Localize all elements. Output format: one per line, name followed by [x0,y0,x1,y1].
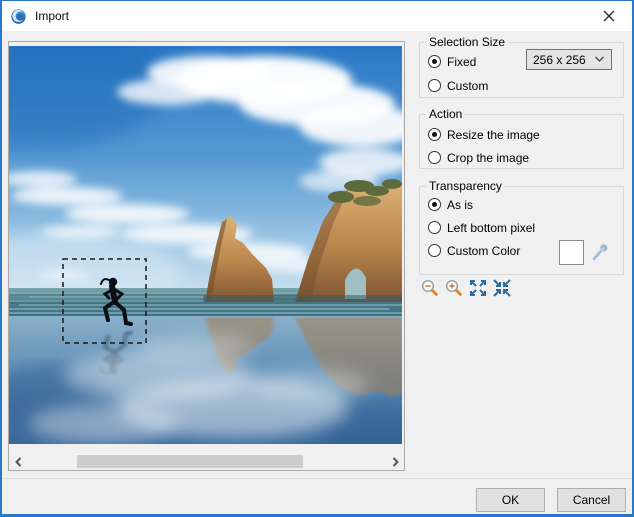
size-select-value: 256 x 256 [533,52,586,67]
close-button[interactable] [588,1,630,30]
action-group: Action Resize the image Crop the image [419,107,624,169]
radio-crop-control[interactable] [428,151,441,164]
action-legend: Action [426,107,466,121]
footer-separator [2,478,632,479]
radio-custom-control[interactable] [428,79,441,92]
size-select[interactable]: 256 x 256 [526,49,612,70]
cancel-button[interactable]: Cancel [557,488,626,512]
custom-color-swatch[interactable] [559,240,584,265]
radio-crop[interactable]: Crop the image [428,150,529,165]
radio-custom[interactable]: Custom [428,78,488,93]
radio-custom-label: Custom [447,78,489,93]
zoom-in-icon[interactable] [445,279,463,297]
radio-resize-label: Resize the image [447,127,540,142]
radio-fixed-label: Fixed [447,54,477,69]
radio-crop-label: Crop the image [447,150,530,165]
transparency-legend: Transparency [426,179,505,193]
scrollbar-thumb[interactable] [77,455,303,468]
radio-custom-color-label: Custom Color [447,243,521,258]
zoom-out-icon[interactable] [421,279,439,297]
import-dialog: Import Selection Size Fixed 256 x 256 Cu… [0,0,634,517]
scroll-right-button[interactable] [389,456,401,467]
selection-size-legend: Selection Size [426,35,509,49]
scroll-left-icon [14,456,21,467]
radio-resize-control[interactable] [428,128,441,141]
image-preview-pane [8,41,405,471]
radio-left-bottom-pixel[interactable]: Left bottom pixel [428,220,535,235]
transparency-group: Transparency As is Left bottom pixel Cus… [419,179,624,275]
radio-resize[interactable]: Resize the image [428,127,540,142]
ok-button[interactable]: OK [476,488,545,512]
zoom-shrink-icon[interactable] [493,279,511,297]
radio-left-bottom-pixel-control[interactable] [428,221,441,234]
radio-custom-color[interactable]: Custom Color [428,243,520,258]
titlebar: Import [2,1,632,31]
radio-as-is-label: As is [447,197,474,212]
radio-fixed-control[interactable] [428,55,441,68]
app-icon [11,8,26,24]
selection-size-group: Selection Size Fixed 256 x 256 Custom [419,35,624,98]
horizontal-scrollbar[interactable] [9,453,404,470]
window-title: Import [35,9,70,23]
zoom-toolbar [421,279,511,297]
radio-as-is-control[interactable] [428,198,441,211]
radio-custom-color-control[interactable] [428,244,441,257]
zoom-fit-icon[interactable] [469,279,487,297]
dropdown-chevron-icon [595,56,604,62]
radio-fixed[interactable]: Fixed [428,54,476,69]
radio-as-is[interactable]: As is [428,197,473,212]
scroll-right-icon [392,456,399,467]
radio-left-bottom-pixel-label: Left bottom pixel [447,220,536,235]
color-picker-icon[interactable] [590,242,609,262]
scroll-left-button[interactable] [12,456,24,467]
image-preview[interactable] [9,46,402,444]
close-icon [603,10,615,21]
